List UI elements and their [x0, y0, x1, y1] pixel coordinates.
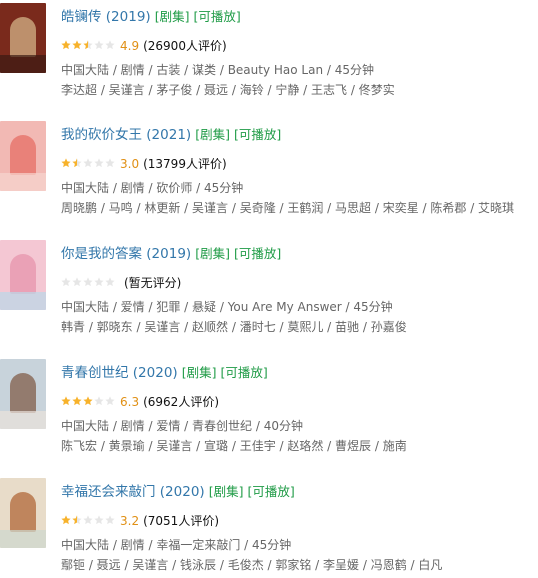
rating-stars — [61, 513, 116, 529]
rating-score: 3.2 — [120, 514, 140, 528]
rating-votes: (13799人评价) — [143, 157, 227, 171]
rating-stars — [61, 394, 116, 410]
rating-row: (暂无评分) — [61, 275, 181, 291]
tag-series[interactable]: [剧集] — [155, 9, 190, 24]
item-cast: 周晓鹏 / 马鸣 / 林更新 / 吴谨言 / 吴奇隆 / 王鹤润 / 马思超 /… — [61, 201, 515, 215]
star-empty-icon — [83, 514, 93, 525]
item-title-link[interactable]: 我的砍价女王 (2021) — [61, 127, 191, 143]
tag-series[interactable]: [剧集] — [195, 246, 230, 261]
star-half-icon — [83, 39, 93, 50]
star-half-icon — [72, 157, 82, 168]
star-empty-icon — [94, 395, 104, 406]
rating-votes: (6962人评价) — [143, 395, 219, 409]
tag-playable[interactable]: [可播放] — [247, 484, 294, 499]
item-meta: 中国大陆 / 剧情 / 幸福一定来敲门 / 45分钟 — [61, 538, 292, 552]
rating-stars — [61, 156, 116, 172]
tag-series[interactable]: [剧集] — [195, 127, 230, 142]
item-cast: 李达超 / 吴谨言 / 茅子俊 / 聂远 / 海铃 / 宁静 / 王志飞 / 佟… — [61, 83, 395, 97]
star-half-icon — [72, 514, 82, 525]
rating-row: 4.9 (26900人评价) — [61, 38, 227, 54]
rating-row: 6.3 (6962人评价) — [61, 394, 219, 410]
list-item: 幸福还会来敲门 (2020) [剧集] [可播放] 3.2 (7051人评价) 中国大… — [0, 478, 538, 578]
star-full-icon — [61, 395, 71, 406]
star-full-icon — [83, 395, 93, 406]
rating-row: 3.2 (7051人评价) — [61, 513, 219, 529]
item-cast: 陈飞宏 / 黄景瑜 / 吴谨言 / 宣璐 / 王佳宇 / 赵珞然 / 曹煜辰 /… — [61, 439, 407, 453]
star-empty-icon — [83, 157, 93, 168]
star-full-icon — [61, 39, 71, 50]
poster-image[interactable] — [0, 478, 46, 548]
star-empty-icon — [105, 395, 115, 406]
star-empty-icon — [105, 157, 115, 168]
star-empty-icon — [105, 276, 115, 287]
list-item: 你是我的答案 (2019) [剧集] [可播放] (暂无评分) 中国大陆 / 爱情 … — [0, 240, 538, 340]
rating-score: 3.0 — [120, 157, 140, 171]
item-title-link[interactable]: 皓镧传 (2019) — [61, 9, 151, 25]
star-empty-icon — [83, 276, 93, 287]
rating-score: 6.3 — [120, 395, 140, 409]
tag-playable[interactable]: [可播放] — [220, 365, 267, 380]
item-title-link[interactable]: 幸福还会来敲门 (2020) — [61, 484, 205, 500]
item-title-link[interactable]: 青春创世纪 (2020) — [61, 365, 178, 381]
item-meta: 中国大陆 / 剧情 / 古装 / 谋类 / Beauty Hao Lan / 4… — [61, 63, 375, 77]
rating-votes: (26900人评价) — [143, 39, 227, 53]
star-empty-icon — [94, 157, 104, 168]
item-meta: 中国大陆 / 爱情 / 犯罪 / 悬疑 / You Are My Answer … — [61, 300, 393, 314]
rating-score: 4.9 — [120, 39, 140, 53]
star-full-icon — [61, 514, 71, 525]
tag-series[interactable]: [剧集] — [209, 484, 244, 499]
rating-row: 3.0 (13799人评价) — [61, 156, 227, 172]
star-full-icon — [61, 157, 71, 168]
poster-image[interactable] — [0, 3, 46, 73]
star-empty-icon — [94, 514, 104, 525]
tag-playable[interactable]: [可播放] — [234, 127, 281, 142]
item-cast: 韩青 / 郭晓东 / 吴谨言 / 赵顺然 / 潘时七 / 莫熙儿 / 苗驰 / … — [61, 320, 407, 334]
tag-playable[interactable]: [可播放] — [193, 9, 240, 24]
star-full-icon — [72, 395, 82, 406]
star-empty-icon — [105, 39, 115, 50]
star-empty-icon — [105, 514, 115, 525]
star-empty-icon — [94, 276, 104, 287]
star-empty-icon — [94, 39, 104, 50]
list-item: 皓镧传 (2019) [剧集] [可播放] 4.9 (26900人评价) 中国大陆 /… — [0, 3, 538, 103]
list-item: 我的砍价女王 (2021) [剧集] [可播放] 3.0 (13799人评价) 中国大… — [0, 121, 538, 221]
rating-stars — [61, 275, 116, 291]
item-meta: 中国大陆 / 剧情 / 爱情 / 青春创世纪 / 40分钟 — [61, 419, 303, 433]
tag-playable[interactable]: [可播放] — [234, 246, 281, 261]
star-empty-icon — [61, 276, 71, 287]
rating-votes: (7051人评价) — [143, 514, 219, 528]
item-meta: 中国大陆 / 剧情 / 砍价师 / 45分钟 — [61, 181, 244, 195]
list-item: 青春创世纪 (2020) [剧集] [可播放] 6.3 (6962人评价) 中国大陆 … — [0, 359, 538, 459]
poster-image[interactable] — [0, 359, 46, 429]
star-empty-icon — [72, 276, 82, 287]
poster-image[interactable] — [0, 121, 46, 191]
star-full-icon — [72, 39, 82, 50]
item-title-link[interactable]: 你是我的答案 (2019) — [61, 246, 191, 262]
rating-votes: (暂无评分) — [124, 276, 182, 290]
poster-image[interactable] — [0, 240, 46, 310]
tag-series[interactable]: [剧集] — [182, 365, 217, 380]
rating-stars — [61, 38, 116, 54]
